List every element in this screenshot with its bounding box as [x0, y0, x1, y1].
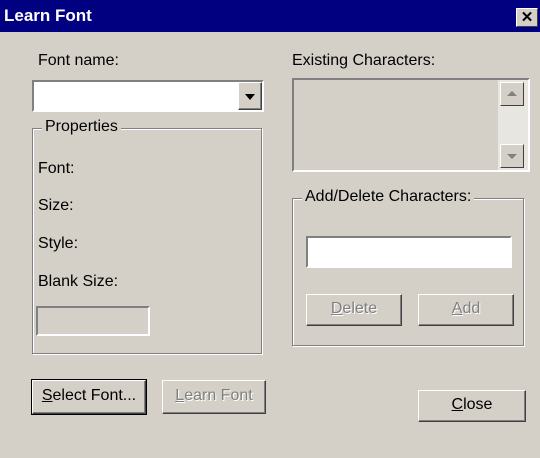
learn-font-button[interactable]: Learn Font — [162, 380, 266, 414]
close-icon: ✕ — [520, 9, 534, 26]
scroll-down-icon — [507, 154, 517, 159]
add-delete-group-label: Add/Delete Characters: — [302, 188, 475, 206]
font-name-label: Font name: — [38, 52, 119, 69]
delete-button-label: Delete — [330, 300, 378, 317]
chevron-down-icon — [245, 94, 255, 100]
font-name-dropdown-button[interactable] — [238, 82, 262, 110]
add-delete-characters-input[interactable] — [306, 236, 512, 268]
properties-group-label: Properties — [42, 118, 121, 136]
add-button[interactable]: Add — [418, 294, 514, 326]
add-button-label: Add — [451, 300, 481, 317]
scroll-up-button[interactable] — [500, 82, 524, 106]
font-label: Font: — [38, 160, 75, 177]
existing-characters-list[interactable] — [292, 78, 530, 172]
existing-characters-label: Existing Characters: — [292, 52, 436, 69]
style-label: Style: — [38, 235, 79, 252]
scroll-up-icon — [507, 91, 517, 96]
title-bar: Learn Font ✕ — [0, 0, 540, 32]
font-name-combobox[interactable] — [32, 80, 264, 112]
close-button-label: Close — [451, 396, 493, 413]
select-font-button[interactable]: Select Font... — [31, 379, 147, 415]
delete-button[interactable]: Delete — [306, 294, 402, 326]
existing-characters-scrollbar[interactable] — [498, 80, 528, 170]
window-title: Learn Font — [4, 6, 92, 25]
learn-font-button-label: Learn Font — [175, 387, 253, 404]
scroll-track[interactable] — [500, 108, 524, 144]
blank-size-label: Blank Size: — [38, 273, 119, 290]
close-window-button[interactable]: ✕ — [516, 8, 538, 27]
blank-size-field — [36, 306, 150, 336]
select-font-button-label: Select Font... — [41, 387, 137, 404]
scroll-down-button[interactable] — [500, 144, 524, 168]
close-button[interactable]: Close — [418, 390, 526, 422]
size-label: Size: — [38, 197, 74, 214]
